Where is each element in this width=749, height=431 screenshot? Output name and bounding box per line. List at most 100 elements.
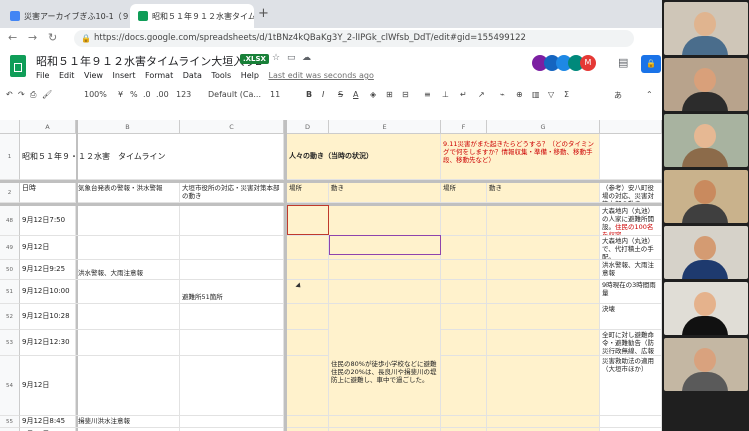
date-cell[interactable]: 9月12日9:25: [20, 260, 76, 280]
back-icon[interactable]: ←: [8, 31, 17, 44]
new-tab-icon[interactable]: +: [258, 6, 269, 21]
undo-icon[interactable]: ↶: [6, 90, 13, 99]
row-header[interactable]: 53: [0, 330, 20, 356]
place-cell[interactable]: [287, 304, 329, 330]
city-response-cell[interactable]: [180, 236, 284, 260]
city-response-cell[interactable]: [180, 206, 284, 236]
input-tools-button[interactable]: あ: [614, 90, 622, 101]
col-header-g[interactable]: G: [487, 120, 600, 134]
merge-cells-icon[interactable]: ⊟: [402, 90, 409, 99]
city-response-cell[interactable]: [180, 304, 284, 330]
selected-cell-e49[interactable]: [329, 235, 441, 255]
place-cell-2[interactable]: [441, 236, 487, 260]
warning-cell[interactable]: 洪水警報、大雨注意報: [76, 260, 180, 280]
anpachi-cell[interactable]: 洪水警報、大雨注意報: [600, 260, 662, 280]
italic-button[interactable]: I: [322, 90, 324, 99]
avatar[interactable]: M: [580, 55, 596, 71]
row-header[interactable]: 48: [0, 206, 20, 236]
forward-icon[interactable]: →: [28, 31, 37, 44]
menu-data[interactable]: Data: [183, 71, 202, 80]
text-color-button[interactable]: A: [353, 90, 358, 99]
menu-tools[interactable]: Tools: [211, 71, 231, 80]
wrap-text-icon[interactable]: ↵: [460, 90, 467, 99]
movement-cell[interactable]: [329, 416, 441, 428]
movement-cell-2[interactable]: [487, 206, 600, 236]
last-edit-link[interactable]: Last edit was seconds ago: [268, 71, 373, 80]
increase-decimal-button[interactable]: .00: [156, 90, 169, 99]
date-cell[interactable]: 9月12日: [20, 236, 76, 260]
date-cell[interactable]: 9月12日: [20, 356, 76, 416]
valign-icon[interactable]: ⊥: [442, 90, 449, 99]
menu-insert[interactable]: Insert: [113, 71, 136, 80]
place-cell[interactable]: [287, 236, 329, 260]
percent-button[interactable]: %: [130, 90, 138, 99]
menu-file[interactable]: File: [36, 71, 49, 80]
anpachi-cell[interactable]: 大森地内（丸池）で、代打積土の手配。: [600, 236, 662, 260]
city-response-cell[interactable]: 避難所51箇所: [180, 280, 284, 304]
star-icon[interactable]: ☆: [272, 53, 280, 63]
align-left-icon[interactable]: ≡: [424, 90, 431, 99]
header-anpachi-reference[interactable]: （参考）安八町役場の対応、災害対策本部の動き: [600, 183, 662, 203]
col-header-d[interactable]: D: [287, 120, 329, 134]
place-cell-2[interactable]: [441, 206, 487, 236]
participant-video-tile[interactable]: [664, 58, 748, 111]
place-cell[interactable]: [287, 280, 329, 304]
comment-icon[interactable]: ▤: [618, 56, 628, 69]
movement-cell-2[interactable]: [487, 236, 600, 260]
date-cell[interactable]: 9月12日12:30: [20, 330, 76, 356]
share-button[interactable]: 🔒: [641, 55, 661, 73]
row-header-1[interactable]: 1: [0, 134, 20, 180]
col-header-h[interactable]: [600, 120, 662, 134]
insert-chart-icon[interactable]: ▥: [532, 90, 540, 99]
fill-color-icon[interactable]: ◈: [370, 90, 376, 99]
filter-icon[interactable]: ▽: [548, 90, 554, 99]
menu-view[interactable]: View: [84, 71, 103, 80]
row-header[interactable]: 50: [0, 260, 20, 280]
warning-cell[interactable]: [76, 330, 180, 356]
movement-cell-2[interactable]: [487, 260, 600, 280]
date-cell[interactable]: 9月12日7:50: [20, 206, 76, 236]
sheet-title-cell[interactable]: 昭和５１年９・１２水害 タイムライン: [20, 134, 284, 180]
currency-button[interactable]: ¥: [118, 90, 123, 99]
col-header-e[interactable]: E: [329, 120, 441, 134]
movement-cell-2[interactable]: [487, 330, 600, 356]
move-folder-icon[interactable]: ▭: [287, 53, 296, 63]
movement-cell[interactable]: [329, 260, 441, 280]
number-format-button[interactable]: 123: [176, 90, 191, 99]
col-header-b[interactable]: B: [76, 120, 180, 134]
movement-cell-2[interactable]: [487, 304, 600, 330]
movement-cell-2[interactable]: [487, 280, 600, 304]
insert-link-icon[interactable]: ⌁: [500, 90, 505, 99]
city-response-cell[interactable]: [180, 260, 284, 280]
movement-cell-2[interactable]: [487, 356, 600, 416]
font-select[interactable]: Default (Ca...: [208, 90, 261, 99]
header-warnings[interactable]: 気象台発表の警報・洪水警報: [76, 183, 180, 203]
row-header-2[interactable]: 2: [0, 183, 20, 203]
warning-cell[interactable]: [76, 356, 180, 416]
place-cell-2[interactable]: [441, 356, 487, 416]
city-response-cell[interactable]: [180, 416, 284, 428]
redo-icon[interactable]: ↷: [18, 90, 25, 99]
text-rotation-icon[interactable]: ↗: [478, 90, 485, 99]
movement-cell[interactable]: [329, 206, 441, 236]
reload-icon[interactable]: ↻: [48, 31, 57, 44]
borders-icon[interactable]: ⊞: [386, 90, 393, 99]
city-response-cell[interactable]: [180, 330, 284, 356]
header-movement[interactable]: 動き: [329, 183, 441, 203]
place-cell[interactable]: [287, 330, 329, 356]
header-city-response[interactable]: 大垣市役所の対応・災害対策本部の動き: [180, 183, 284, 203]
row-header[interactable]: 55: [0, 416, 20, 428]
date-cell[interactable]: 9月12日10:28: [20, 304, 76, 330]
tab-timeline[interactable]: 昭和５１年９１２水害タイムライン ✕: [130, 4, 254, 28]
selected-cell-d48[interactable]: [287, 205, 329, 235]
url-field[interactable]: 🔒 https://docs.google.com/spreadsheets/d…: [74, 30, 634, 47]
header-place-2[interactable]: 場所: [441, 183, 487, 203]
zoom-select[interactable]: 100%: [84, 90, 107, 99]
anpachi-cell[interactable]: 災害救助法の適用（大垣市ほか）: [600, 356, 662, 416]
place-cell-2[interactable]: [441, 260, 487, 280]
warning-cell[interactable]: [76, 236, 180, 260]
what-if-header[interactable]: 9.11災害がまた起きたらどうする？（どのタイミングで何をしますか？情報収集・準…: [441, 134, 600, 180]
doc-title[interactable]: 昭和５１年９１２水害タイムライン大垣入り2: [36, 53, 262, 69]
row-header[interactable]: 51: [0, 280, 20, 304]
col-header-a[interactable]: A: [20, 120, 76, 134]
